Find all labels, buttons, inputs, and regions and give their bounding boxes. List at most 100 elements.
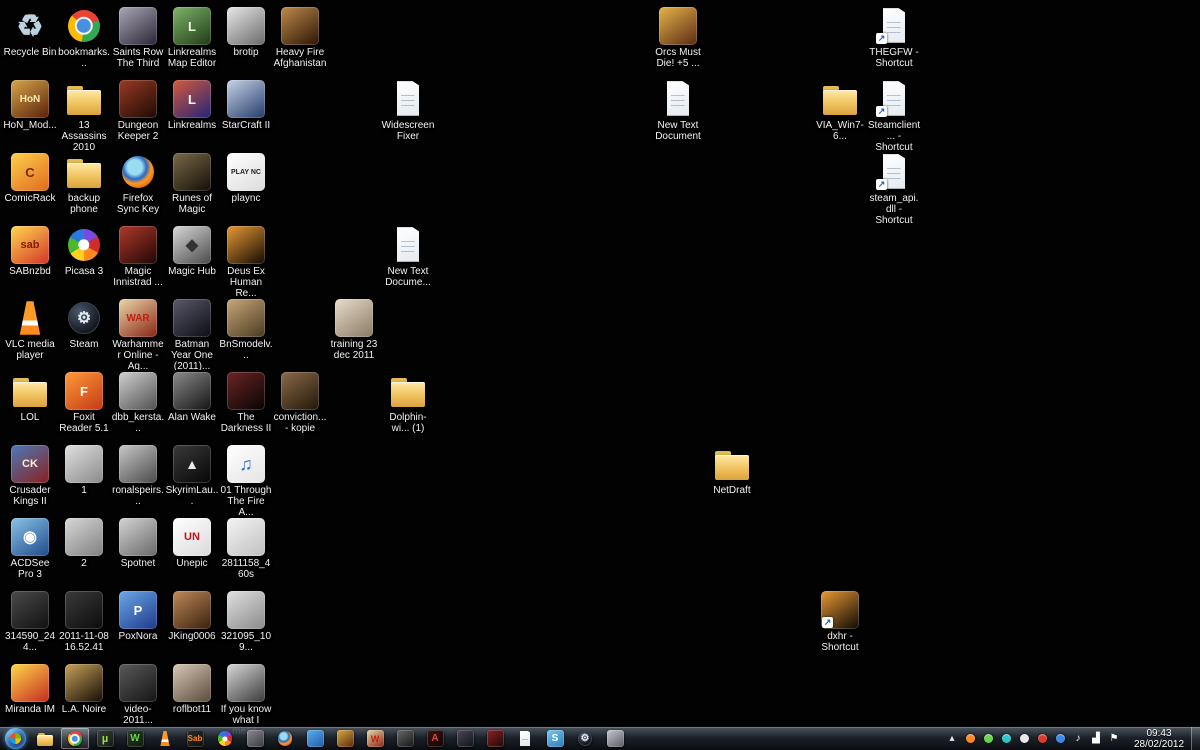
desktop-icon-label: bookmarks... <box>57 47 111 69</box>
desktop-icon-firefox-sync-key[interactable]: Firefox Sync Key <box>111 152 165 224</box>
tray-icon-tray-app-orange[interactable] <box>963 732 977 746</box>
taskbar-item-game-crimson[interactable] <box>481 728 509 749</box>
desktop-icon-backup-phone[interactable]: backup phone <box>57 152 111 224</box>
show-desktop-button[interactable] <box>1191 727 1200 750</box>
desktop-icon-alan-wake[interactable]: Alan Wake <box>165 371 219 443</box>
tray-icon-tray-app-teal[interactable] <box>999 732 1013 746</box>
desktop-icon-widescreen-fixer[interactable]: Widescreen Fixer <box>381 79 435 151</box>
desktop-icon-vlc[interactable]: VLC media player <box>3 298 57 370</box>
taskbar-item-game-red-a[interactable]: A <box>421 728 449 749</box>
desktop-icon-321095-109[interactable]: 321095_109... <box>219 590 273 662</box>
tray-icon-show-hidden-icons[interactable]: ▴ <box>945 732 959 746</box>
desktop-icon-image-2[interactable]: 2 <box>57 517 111 589</box>
taskbar-item-game-dark[interactable] <box>451 728 479 749</box>
desktop-icon-magic-hub[interactable]: ◆Magic Hub <box>165 225 219 297</box>
taskbar-item-game-gray[interactable] <box>391 728 419 749</box>
desktop-icon-steamclient-shortcut[interactable]: ↗Steamclient... - Shortcut <box>867 79 921 151</box>
desktop-icon-la-noire[interactable]: L.A. Noire <box>57 663 111 735</box>
desktop-icon-poxnora[interactable]: PPoxNora <box>111 590 165 662</box>
desktop-icon-bnsmodel[interactable]: BnSmodelv... <box>219 298 273 370</box>
desktop-icon-dolphin-wi[interactable]: Dolphin-wi... (1) <box>381 371 435 443</box>
desktop-icon-plaync[interactable]: PLAY NCplaync <box>219 152 273 224</box>
desktop-icon-steam[interactable]: ⚙Steam <box>57 298 111 370</box>
taskbar-item-notepad[interactable] <box>511 728 539 749</box>
desktop-icon-linkrealms-map-editor[interactable]: LLinkrealms Map Editor <box>165 6 219 78</box>
taskbar-item-skype[interactable]: S <box>541 728 569 749</box>
desktop-icon-steam-api-dll-shortcut[interactable]: ↗steam_api.dll - Shortcut <box>867 152 921 224</box>
tray-icon-tray-app-white[interactable] <box>1017 732 1031 746</box>
tray-icon-tray-app-green[interactable] <box>981 732 995 746</box>
desktop-icon-skyrim-launcher[interactable]: ▲SkyrimLau... <box>165 444 219 516</box>
desktop-icon-13-assassins[interactable]: 13 Assassins 2010 DVDR... <box>57 79 111 151</box>
taskbar-item-messenger[interactable] <box>301 728 329 749</box>
desktop-icon-warhammer-online[interactable]: WARWarhammer Online - Ag... <box>111 298 165 370</box>
taskbar-item-vlc[interactable] <box>151 728 179 749</box>
desktop-icon-magic-innistrad[interactable]: Magic Innistrad ... <box>111 225 165 297</box>
desktop-icon-thegfw-shortcut[interactable]: ↗THEGFW - Shortcut <box>867 6 921 78</box>
taskbar-item-media-player[interactable] <box>601 728 629 749</box>
desktop-icon-unepic[interactable]: UNUnepic <box>165 517 219 589</box>
tray-icon-network[interactable]: ▟ <box>1089 732 1103 746</box>
desktop-icon-roflbot11[interactable]: roflbot11 <box>165 663 219 735</box>
desktop-icon-conviction-kopie[interactable]: conviction... - kopie <box>273 371 327 443</box>
taskbar-item-steam[interactable]: ⚙ <box>571 728 599 749</box>
desktop-icon-ronalspeirs[interactable]: ronalspeirs... <box>111 444 165 516</box>
desktop-icon-saints-row-the-third[interactable]: Saints Row The Third <box>111 6 165 78</box>
desktop-icon-through-the-fire[interactable]: ♫01 Through The Fire A... <box>219 444 273 516</box>
desktop-icon-picasa-3[interactable]: Picasa 3 <box>57 225 111 297</box>
taskbar-item-media-app[interactable]: W <box>121 728 149 749</box>
desktop-icon-netdraft[interactable]: NetDraft <box>705 444 759 516</box>
desktop-icon-lol[interactable]: LOL <box>3 371 57 443</box>
desktop-icon-deus-ex-human[interactable]: Deus Ex Human Re... <box>219 225 273 297</box>
desktop-icon-314590-244[interactable]: 314590_244... <box>3 590 57 662</box>
desktop-icon-image-1[interactable]: 1 <box>57 444 111 516</box>
desktop-icon-video-2011[interactable]: video-2011... <box>111 663 165 735</box>
starcraft-2-icon <box>227 80 265 118</box>
taskbar-item-utorrent[interactable]: µ <box>91 728 119 749</box>
taskbar-item-picasa[interactable] <box>211 728 239 749</box>
desktop-icon-comicrack[interactable]: CComicRack <box>3 152 57 224</box>
desktop-icon-starcraft-2[interactable]: StarCraft II <box>219 79 273 151</box>
tray-icon-tray-app-blue[interactable] <box>1053 732 1067 746</box>
desktop-icon-sabnzbd[interactable]: sabSABnzbd <box>3 225 57 297</box>
taskbar-item-chrome[interactable] <box>61 728 89 749</box>
desktop-icon-acdsee-pro-3[interactable]: ◉ACDSee Pro 3 <box>3 517 57 589</box>
desktop-icon-linkrealms[interactable]: LLinkrealms <box>165 79 219 151</box>
taskbar-item-photo-viewer[interactable] <box>241 728 269 749</box>
desktop-icon-training-23-dec-2011[interactable]: training 23 dec 2011 <box>327 298 381 370</box>
tray-icon-volume[interactable]: ♪ <box>1071 732 1085 746</box>
desktop-icon-recycle-bin[interactable]: ♻Recycle Bin <box>3 6 57 78</box>
desktop-icon-new-text-document[interactable]: New Text Document <box>651 79 705 151</box>
taskbar-item-firefox[interactable] <box>271 728 299 749</box>
desktop-icon-dxhr-shortcut[interactable]: ↗dxhr - Shortcut <box>813 590 867 662</box>
tray-icon-tray-app-red[interactable] <box>1035 732 1049 746</box>
desktop-icon-foxit-reader[interactable]: FFoxit Reader 5.1 <box>57 371 111 443</box>
desktop-icon-dungeon-keeper-2[interactable]: Dungeon Keeper 2 <box>111 79 165 151</box>
desktop-icon-hon-mod[interactable]: HoNHoN_Mod... <box>3 79 57 151</box>
desktop-icon-2011-11-08-165241[interactable]: 2011-11-08 16.52.41 <box>57 590 111 662</box>
desktop-icon-the-darkness-2[interactable]: The Darkness II <box>219 371 273 443</box>
taskbar-clock[interactable]: 09:43 28/02/2012 <box>1127 727 1191 750</box>
taskbar-item-sabnzbd[interactable]: Sab <box>181 728 209 749</box>
desktop-icon-batman-year-one[interactable]: Batman Year One (2011)... <box>165 298 219 370</box>
taskbar-item-warhammer[interactable]: W <box>361 728 389 749</box>
desktop-icon-orcs-must-die[interactable]: Orcs Must Die! +5 ... <box>651 6 705 78</box>
desktop-icon-bookmarks[interactable]: bookmarks... <box>57 6 111 78</box>
start-button[interactable] <box>5 728 26 749</box>
taskbar-item-game-gold[interactable] <box>331 728 359 749</box>
desktop-icon-jking0006[interactable]: JKing0006 <box>165 590 219 662</box>
desktop-icon-if-you-know-what-i-mean[interactable]: If you know what I mean. <box>219 663 273 735</box>
taskbar-item-windows-explorer[interactable] <box>31 728 59 749</box>
desktop-icon-dbb-kersta[interactable]: dbb_kersta... <box>111 371 165 443</box>
tray-icon-action-center-flag[interactable]: ⚑ <box>1107 732 1121 746</box>
desktop-icon-miranda-im[interactable]: Miranda IM <box>3 663 57 735</box>
desktop-icon-runes-of-magic[interactable]: Runes of Magic <box>165 152 219 224</box>
desktop-icon-2811158-460s[interactable]: 2811158_460s <box>219 517 273 589</box>
desktop-icon-heavy-fire-afghanistan[interactable]: Heavy Fire Afghanistan <box>273 6 327 78</box>
desktop-icon-new-text-docume[interactable]: New Text Docume... <box>381 225 435 297</box>
desktop-icon-spotnet[interactable]: Spotnet <box>111 517 165 589</box>
desktop[interactable]: ♻Recycle Binbookmarks...Saints Row The T… <box>0 0 1200 726</box>
desktop-icon-via-win7[interactable]: VIA_Win7-6... <box>813 79 867 151</box>
desktop-icon-brotip[interactable]: brotip <box>219 6 273 78</box>
desktop-icon-crusader-kings-2[interactable]: CKCrusader Kings II <box>3 444 57 516</box>
